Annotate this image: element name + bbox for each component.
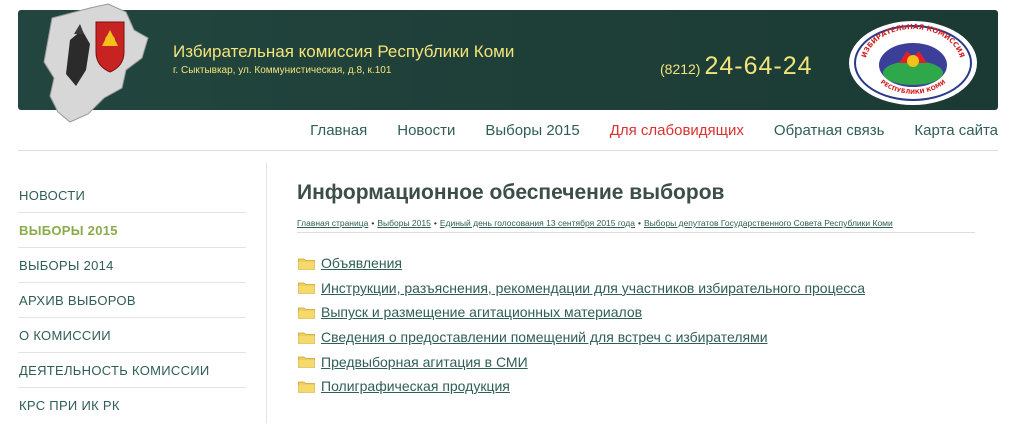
sidebar-item-news[interactable]: НОВОСТИ xyxy=(18,178,246,213)
top-navigation: Главная Новости Выборы 2015 Для слабовид… xyxy=(310,122,998,142)
nav-elections-2015[interactable]: Выборы 2015 xyxy=(485,122,579,142)
sidebar-item-krs[interactable]: КРС ПРИ ИК РК xyxy=(18,388,246,423)
folder-link-campaign-materials[interactable]: Выпуск и размещение агитационных материа… xyxy=(321,304,642,320)
folder-icon xyxy=(298,356,315,369)
site-address: г. Сыктывкар, ул. Коммунистическая, д.8,… xyxy=(173,65,392,76)
nav-accessibility[interactable]: Для слабовидящих xyxy=(610,122,744,142)
list-item: Полиграфическая продукция xyxy=(298,374,865,399)
nav-sitemap[interactable]: Карта сайта xyxy=(914,122,998,142)
phone-code: (8212) xyxy=(660,61,701,77)
breadcrumb-separator: • xyxy=(433,218,437,228)
breadcrumb-home[interactable]: Главная страница xyxy=(297,218,368,228)
phone-number: (8212) 24-64-24 xyxy=(660,52,813,81)
folder-icon xyxy=(298,282,315,295)
folder-icon xyxy=(298,381,315,393)
nav-home[interactable]: Главная xyxy=(310,122,367,142)
folder-link-announcements[interactable]: Объявления xyxy=(321,255,402,271)
nav-news[interactable]: Новости xyxy=(397,122,455,142)
sidebar-item-activity[interactable]: ДЕЯТЕЛЬНОСТЬ КОМИССИИ xyxy=(18,353,246,388)
region-map-icon xyxy=(43,3,149,123)
sidebar-item-elections-2015[interactable]: ВЫБОРЫ 2015 xyxy=(18,213,246,248)
column-divider xyxy=(266,163,267,423)
list-item: Инструкции, разъяснения, рекомендации дл… xyxy=(298,276,865,301)
breadcrumb-state-council[interactable]: Выборы депутатов Государственного Совета… xyxy=(644,218,893,228)
page-title: Информационное обеспечение выборов xyxy=(297,181,725,204)
breadcrumb-separator: • xyxy=(638,218,641,228)
folder-link-media-campaign[interactable]: Предвыборная агитация в СМИ xyxy=(321,354,528,370)
breadcrumb-divider xyxy=(297,232,975,233)
folder-list: Объявления Инструкции, разъяснения, реко… xyxy=(298,251,865,399)
breadcrumb-separator: • xyxy=(371,218,375,228)
site-title[interactable]: Избирательная комиссия Республики Коми xyxy=(173,42,514,62)
commission-emblem-icon: ИЗБИРАТЕЛЬНАЯ КОМИССИЯ РЕСПУБЛИКИ КОМИ xyxy=(849,21,977,105)
folder-icon xyxy=(298,307,315,319)
list-item: Объявления xyxy=(298,251,865,276)
sidebar-item-elections-2014[interactable]: ВЫБОРЫ 2014 xyxy=(18,248,246,283)
breadcrumb-elections-2015[interactable]: Выборы 2015 xyxy=(377,218,430,228)
phone-digits: 24-64-24 xyxy=(704,52,813,80)
list-item: Предвыборная агитация в СМИ xyxy=(298,349,865,374)
sidebar-item-archive[interactable]: АРХИВ ВЫБОРОВ xyxy=(18,283,246,318)
breadcrumb: Главная страница • Выборы 2015 • Единый день… xyxy=(297,218,893,228)
sidebar-menu: НОВОСТИ ВЫБОРЫ 2015 ВЫБОРЫ 2014 АРХИВ ВЫ… xyxy=(18,178,246,423)
breadcrumb-voting-day[interactable]: Единый день голосования 13 сентября 2015… xyxy=(440,218,635,228)
list-item: Выпуск и размещение агитационных материа… xyxy=(298,300,865,325)
list-item: Сведения о предоставлении помещений для … xyxy=(298,325,865,350)
folder-icon xyxy=(298,258,315,270)
nav-feedback[interactable]: Обратная связь xyxy=(774,122,885,142)
folder-link-printed-products[interactable]: Полиграфическая продукция xyxy=(321,378,510,394)
folder-link-instructions[interactable]: Инструкции, разъяснения, рекомендации дл… xyxy=(321,280,865,296)
folder-link-premises[interactable]: Сведения о предоставлении помещений для … xyxy=(321,329,768,345)
folder-icon xyxy=(298,332,315,344)
sidebar-item-about[interactable]: О КОМИССИИ xyxy=(18,318,246,353)
nav-divider xyxy=(18,150,998,151)
